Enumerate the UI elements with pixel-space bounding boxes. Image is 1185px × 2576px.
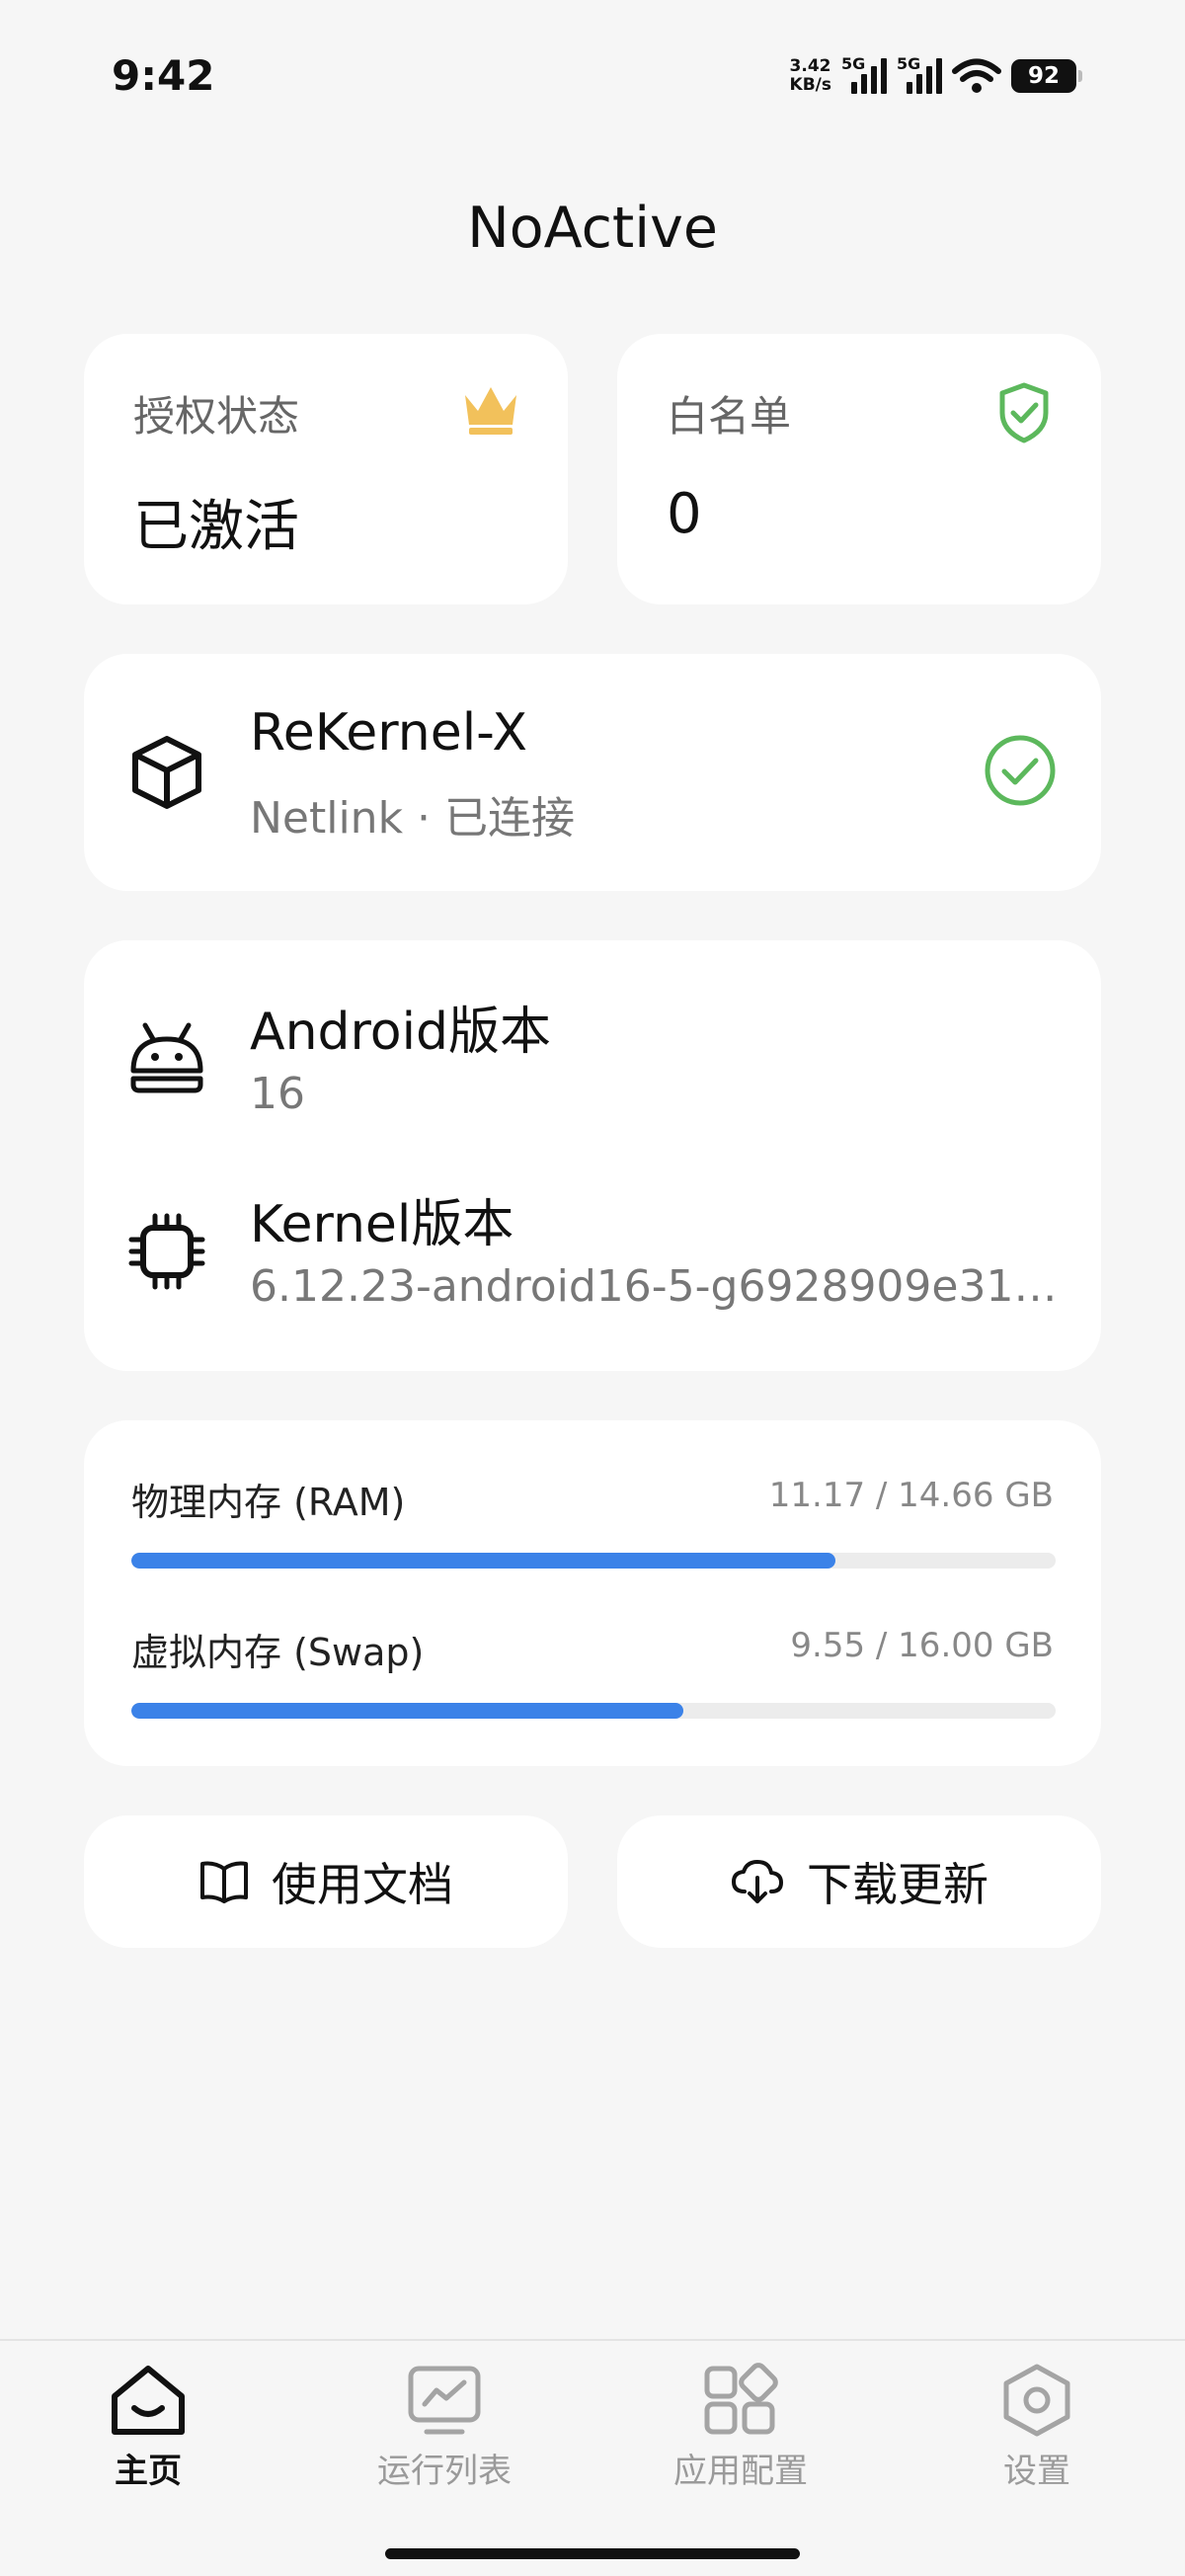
cube-icon: [132, 736, 201, 809]
auth-status-card[interactable]: 授权状态 已激活: [84, 334, 568, 604]
docs-button[interactable]: 使用文档: [84, 1815, 568, 1948]
whitelist-count: 0: [667, 482, 702, 546]
signal-type-label-2: 5G: [897, 54, 921, 73]
download-update-button[interactable]: 下载更新: [617, 1815, 1101, 1948]
crown-icon: [465, 387, 516, 435]
rekernel-title: ReKernel-X: [250, 703, 527, 763]
nav-app-config[interactable]: 应用配置: [642, 2363, 839, 2492]
kernel-version-title: Kernel版本: [250, 1195, 514, 1254]
cloud-download-icon: [732, 1860, 783, 1903]
nav-home[interactable]: 主页: [49, 2363, 247, 2492]
android-version-value: 16: [250, 1069, 305, 1119]
memory-usage-card: 物理内存 (RAM) 11.17 / 14.66 GB 虚拟内存 (Swap) …: [84, 1420, 1101, 1766]
signal-icon: 5G: [841, 54, 887, 94]
docs-button-label: 使用文档: [272, 1858, 453, 1911]
nav-settings-label: 设置: [1003, 2452, 1070, 2491]
status-icons: 3.42 KB/s 5G 5G 92: [790, 51, 1082, 101]
nav-home-label: 主页: [115, 2452, 182, 2491]
rekernel-status: Netlink · 已连接: [250, 793, 576, 844]
android-icon: [130, 1022, 203, 1093]
ram-value: 11.17 / 14.66 GB: [768, 1476, 1054, 1515]
auth-status-value: 已激活: [133, 495, 299, 559]
version-info-card: Android版本 16 Kernel版本 6.12.23-android16-…: [84, 940, 1101, 1371]
signal-type-label: 5G: [841, 54, 866, 73]
ram-progress-fill: [131, 1553, 836, 1569]
network-speed-value: 3.42: [789, 56, 831, 76]
whitelist-card[interactable]: 白名单 0: [617, 334, 1101, 604]
status-bar: 9:42 3.42 KB/s 5G 5G 92: [0, 0, 1185, 148]
chip-icon: [128, 1213, 205, 1290]
settings-hexagon-icon: [1003, 2364, 1070, 2437]
kernel-version-value: 6.12.23-android16-5-g6928909e31…: [250, 1261, 1058, 1312]
nav-running-list-label: 运行列表: [377, 2452, 512, 2491]
swap-label: 虚拟内存 (Swap): [131, 1631, 425, 1674]
home-indicator[interactable]: [385, 2548, 800, 2559]
rekernel-card[interactable]: ReKernel-X Netlink · 已连接: [84, 654, 1101, 891]
page-title: NoActive: [467, 196, 718, 261]
whitelist-label: 白名单: [667, 392, 792, 441]
ram-progress-bar: [131, 1553, 1056, 1569]
ram-label: 物理内存 (RAM): [131, 1481, 406, 1524]
nav-running-list[interactable]: 运行列表: [346, 2363, 543, 2492]
swap-progress-fill: [131, 1703, 683, 1719]
download-update-label: 下载更新: [807, 1858, 988, 1911]
signal-icon-2: 5G: [897, 54, 942, 94]
network-speed-unit: KB/s: [789, 75, 831, 95]
nav-settings[interactable]: 设置: [938, 2363, 1136, 2492]
home-icon: [112, 2366, 185, 2435]
wifi-icon: [952, 58, 1001, 93]
android-version-title: Android版本: [250, 1003, 552, 1062]
swap-progress-bar: [131, 1703, 1056, 1719]
network-speed: 3.42 KB/s: [790, 57, 831, 95]
check-circle-icon: [985, 735, 1056, 806]
book-icon: [200, 1861, 248, 1903]
monitor-icon: [408, 2366, 481, 2435]
bottom-navigation: 主页 运行列表 应用配置 设置: [0, 2339, 1185, 2576]
auth-status-label: 授权状态: [133, 392, 300, 441]
status-time: 9:42: [112, 51, 215, 100]
swap-value: 9.55 / 16.00 GB: [790, 1626, 1054, 1665]
apps-grid-icon: [704, 2363, 778, 2435]
shield-check-icon: [999, 382, 1049, 443]
app-screen: 9:42 3.42 KB/s 5G 5G 92 NoActive 授权状态 已激…: [0, 0, 1185, 2576]
nav-app-config-label: 应用配置: [673, 2452, 808, 2491]
battery-indicator: 92: [1011, 59, 1082, 93]
